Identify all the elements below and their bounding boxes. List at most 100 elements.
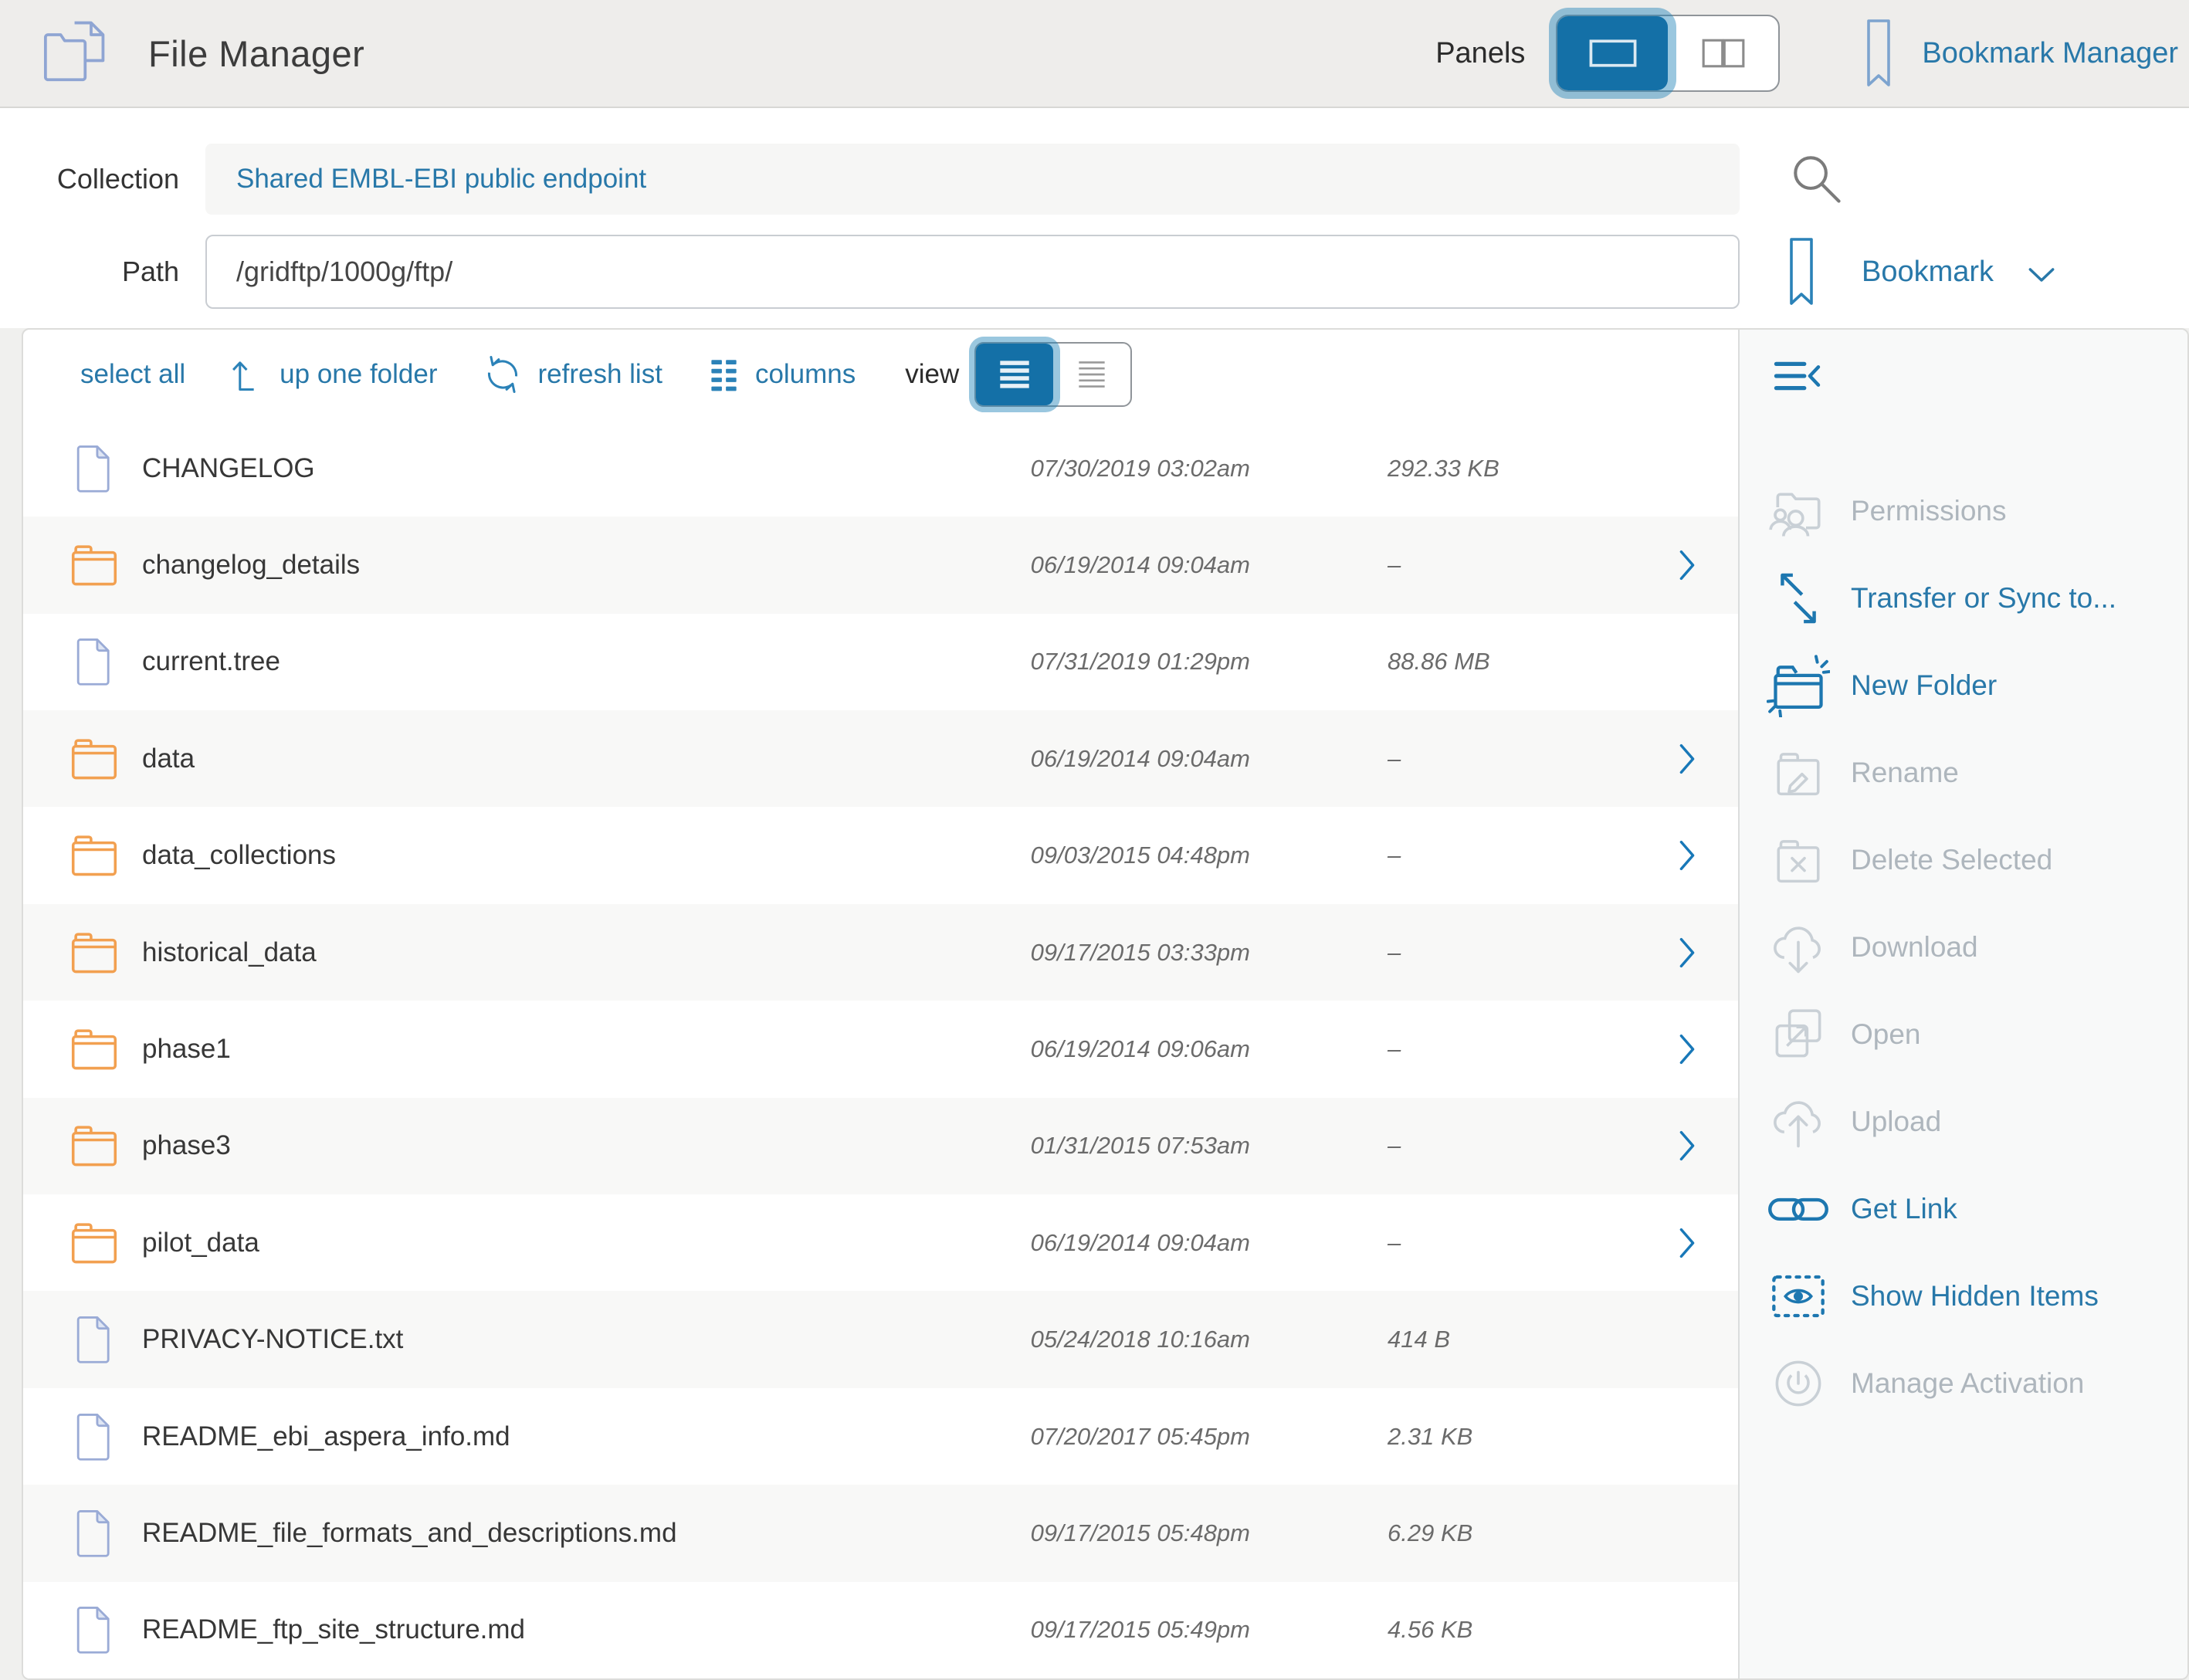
transfer-icon <box>1763 569 1834 628</box>
file-row[interactable]: data_collections09/03/2015 04:48pm– <box>23 807 1738 903</box>
file-size: 414 B <box>1388 1326 1658 1353</box>
open-folder-chevron[interactable] <box>1677 838 1697 872</box>
file-name: data <box>142 743 833 774</box>
open-folder-chevron[interactable] <box>1677 742 1697 776</box>
one-panel-button[interactable] <box>1557 16 1668 90</box>
sidebar-item-open[interactable]: Open <box>1740 991 2187 1078</box>
file-manager-page: File Manager Panels <box>0 0 2189 1680</box>
modified-date: 09/17/2015 05:49pm <box>833 1616 1250 1644</box>
folder-icon <box>66 832 122 879</box>
two-panel-button[interactable] <box>1668 16 1778 90</box>
file-row[interactable]: phase301/31/2015 07:53am– <box>23 1098 1738 1194</box>
modified-date: 07/20/2017 05:45pm <box>833 1423 1250 1451</box>
rename-icon <box>1763 744 1834 801</box>
file-name: README_ebi_aspera_info.md <box>142 1421 833 1452</box>
open-folder-chevron[interactable] <box>1677 1226 1697 1260</box>
file-row[interactable]: README_ftp_site_structure.md09/17/2015 0… <box>23 1582 1738 1678</box>
file-list-pane: select all up one folder <box>23 330 1738 1678</box>
action-menu: Permissions Transfer or Sync to... New Fol… <box>1740 422 2187 1427</box>
collapse-panel-button[interactable] <box>1772 356 1825 396</box>
open-icon <box>1763 1004 1834 1065</box>
path-label: Path <box>0 256 179 288</box>
row-chevron-cell <box>1658 742 1716 776</box>
file-row[interactable]: CHANGELOG07/30/2019 03:02am292.33 KB <box>23 420 1738 517</box>
panels-group: Panels <box>1435 15 1780 92</box>
delete-icon <box>1763 832 1834 889</box>
file-row[interactable]: data06/19/2014 09:04am– <box>23 710 1738 807</box>
file-size: – <box>1388 842 1658 869</box>
modified-date: 06/19/2014 09:04am <box>833 1229 1250 1257</box>
sidebar-item-delete-selected[interactable]: Delete Selected <box>1740 816 2187 903</box>
file-row[interactable]: historical_data09/17/2015 03:33pm– <box>23 904 1738 1001</box>
file-row[interactable]: current.tree07/31/2019 01:29pm88.86 MB <box>23 614 1738 710</box>
download-icon <box>1763 918 1834 977</box>
file-row[interactable]: README_ebi_aspera_info.md07/20/2017 05:4… <box>23 1388 1738 1485</box>
sidebar-item-transfer-or-sync-to[interactable]: Transfer or Sync to... <box>1740 554 2187 642</box>
refresh-list-button[interactable]: refresh list <box>481 353 662 396</box>
file-size: 4.56 KB <box>1388 1616 1658 1644</box>
file-size: 6.29 KB <box>1388 1519 1658 1547</box>
sidebar-item-rename[interactable]: Rename <box>1740 729 2187 816</box>
sidebar-item-upload[interactable]: Upload <box>1740 1078 2187 1165</box>
title-group: File Manager <box>0 16 364 90</box>
up-one-folder-icon <box>229 354 266 395</box>
folder-icon <box>66 1220 122 1266</box>
open-folder-chevron[interactable] <box>1677 1129 1697 1163</box>
bookmark-dropdown[interactable]: Bookmark <box>1787 236 2057 307</box>
sidebar-item-show-hidden-items[interactable]: Show Hidden Items <box>1740 1252 2187 1340</box>
modified-date: 06/19/2014 09:04am <box>833 551 1250 579</box>
search-button[interactable] <box>1787 150 1846 208</box>
file-row[interactable]: changelog_details06/19/2014 09:04am– <box>23 517 1738 613</box>
up-one-folder-button[interactable]: up one folder <box>229 354 437 395</box>
sidebar-item-new-folder[interactable]: New Folder <box>1740 642 2187 729</box>
file-name: phase1 <box>142 1034 833 1065</box>
sidebar-item-label: Transfer or Sync to... <box>1851 582 2116 615</box>
new-folder-icon <box>1763 654 1834 717</box>
bookmark-label: Bookmark <box>1862 256 1994 289</box>
sidebar-item-label: New Folder <box>1851 669 1997 702</box>
bookmark-manager-link[interactable]: Bookmark Manager <box>1865 18 2189 89</box>
search-icon <box>1787 150 1846 208</box>
sidebar-item-label: Manage Activation <box>1851 1367 2084 1400</box>
path-input[interactable] <box>205 235 1740 309</box>
row-chevron-cell <box>1658 548 1716 582</box>
action-panel: Permissions Transfer or Sync to... New Fol… <box>1738 330 2187 1678</box>
file-name: README_ftp_site_structure.md <box>142 1614 833 1645</box>
sidebar-item-manage-activation[interactable]: Manage Activation <box>1740 1340 2187 1427</box>
list-view-button[interactable] <box>976 344 1053 405</box>
row-chevron-cell <box>1658 838 1716 872</box>
bookmark-icon <box>1865 18 1893 89</box>
sidebar-item-download[interactable]: Download <box>1740 903 2187 991</box>
row-chevron-cell <box>1658 1032 1716 1066</box>
file-name: pilot_data <box>142 1228 833 1258</box>
file-icon <box>66 1314 122 1365</box>
main-content: select all up one folder <box>22 328 2189 1680</box>
list-view-icon <box>998 359 1032 390</box>
modified-date: 09/17/2015 03:33pm <box>833 939 1250 967</box>
modified-date: 09/17/2015 05:48pm <box>833 1519 1250 1547</box>
select-all-button[interactable]: select all <box>80 359 185 390</box>
open-folder-chevron[interactable] <box>1677 548 1697 582</box>
modified-date: 01/31/2015 07:53am <box>833 1132 1250 1160</box>
up-one-folder-label: up one folder <box>280 359 437 390</box>
condensed-view-button[interactable] <box>1053 344 1130 405</box>
permissions-icon <box>1763 481 1834 541</box>
file-row[interactable]: PRIVACY-NOTICE.txt05/24/2018 10:16am414 … <box>23 1291 1738 1387</box>
file-icon <box>66 1604 122 1655</box>
collection-input[interactable]: Shared EMBL-EBI public endpoint <box>205 144 1740 215</box>
select-all-label: select all <box>80 359 185 390</box>
open-folder-chevron[interactable] <box>1677 1032 1697 1066</box>
file-list: CHANGELOG07/30/2019 03:02am292.33 KBchan… <box>23 420 1738 1678</box>
refresh-icon <box>481 353 524 396</box>
modified-date: 05/24/2018 10:16am <box>833 1326 1250 1353</box>
file-row[interactable]: pilot_data06/19/2014 09:04am– <box>23 1194 1738 1291</box>
columns-button[interactable]: columns <box>706 355 856 394</box>
file-toolbar: select all up one folder <box>23 330 1738 420</box>
open-folder-chevron[interactable] <box>1677 936 1697 970</box>
folder-icon <box>66 736 122 782</box>
file-icon <box>66 636 122 687</box>
file-row[interactable]: README_file_formats_and_descriptions.md0… <box>23 1485 1738 1581</box>
sidebar-item-get-link[interactable]: Get Link <box>1740 1165 2187 1252</box>
file-row[interactable]: phase106/19/2014 09:06am– <box>23 1001 1738 1097</box>
sidebar-item-permissions[interactable]: Permissions <box>1740 467 2187 554</box>
